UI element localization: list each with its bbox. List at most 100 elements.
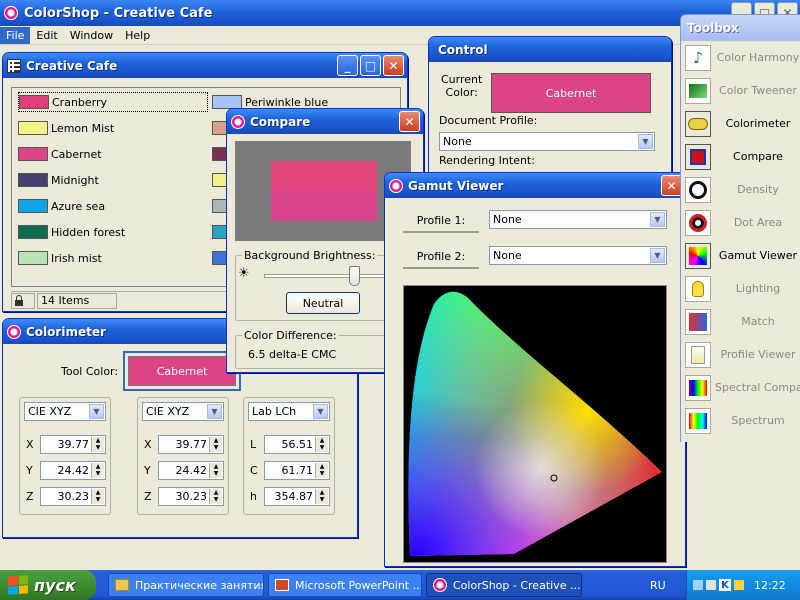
swatch-item[interactable]: Midnight [18, 170, 208, 190]
swatch-item[interactable]: Cranberry [18, 92, 208, 112]
document-profile-select[interactable]: None ▼ [439, 132, 655, 151]
spinner-arrows-icon[interactable]: ▲ ▼ [91, 488, 104, 504]
spinner-arrows-icon[interactable]: ▲ ▼ [315, 462, 328, 478]
channel-value-input[interactable]: 30.23 ▲ ▼ [158, 486, 224, 506]
swatch-chip [212, 95, 242, 109]
channel-value-input[interactable]: 61.71 ▲ ▼ [264, 460, 330, 480]
compare-color-a [271, 161, 377, 191]
swatch-item[interactable]: Lemon Mist [18, 118, 208, 138]
creative-cafe-title-bar[interactable]: Creative Cafe _ □ ✕ [3, 53, 407, 78]
spinner-arrows-icon[interactable]: ▲ ▼ [91, 436, 104, 452]
spinner-arrows-icon[interactable]: ▲ ▼ [315, 488, 328, 504]
chromaticity-diagram[interactable] [403, 285, 667, 563]
channel-value-input[interactable]: 30.23 ▲ ▼ [40, 486, 106, 506]
value-row: Z 30.23 ▲ ▼ [20, 486, 112, 506]
menu-file[interactable]: File [0, 26, 31, 44]
tool-gamut-viewer[interactable]: Gamut Viewer [685, 239, 800, 272]
start-button[interactable]: пуск [0, 570, 96, 600]
swatch-chip [18, 121, 48, 135]
current-color-label: Current Color: [441, 73, 483, 99]
gamut-viewer-title-bar[interactable]: Gamut Viewer ✕ [385, 173, 685, 198]
item-count: 14 Items [37, 292, 117, 309]
color-space-select[interactable]: Lab LCh ▼ [248, 402, 330, 421]
chevron-down-icon[interactable]: ▼ [207, 404, 222, 419]
value-row: Y 24.42 ▲ ▼ [20, 460, 112, 480]
tool-dot-area[interactable]: Dot Area [685, 206, 800, 239]
tool-density[interactable]: Density [685, 173, 800, 206]
profile-1-select[interactable]: None ▼ [489, 210, 667, 229]
color-space-select[interactable]: CIE XYZ ▼ [24, 402, 106, 421]
swatch-item[interactable]: Azure sea [18, 196, 208, 216]
tool-color-harmony[interactable]: ♪ Color Harmony [685, 41, 800, 74]
network-icon[interactable] [693, 580, 703, 590]
neutral-button[interactable]: Neutral [286, 292, 360, 314]
tool-color-tweener[interactable]: Color Tweener [685, 74, 800, 107]
tool-spectrum[interactable]: Spectrum [685, 404, 800, 437]
chevron-down-icon[interactable]: ▼ [650, 248, 665, 263]
swatch-name: Azure sea [51, 199, 106, 213]
volume-icon[interactable] [734, 580, 744, 590]
swatch-item[interactable]: Irish mist [18, 248, 208, 268]
chevron-down-icon[interactable]: ▼ [313, 404, 328, 419]
channel-value-input[interactable]: 39.77 ▲ ▼ [158, 434, 224, 454]
channel-value-input[interactable]: 24.42 ▲ ▼ [40, 460, 106, 480]
profile-2-select[interactable]: None ▼ [489, 246, 667, 265]
task-folder[interactable]: Практические занятия [108, 573, 264, 597]
swatch-item[interactable]: Cabernet [18, 144, 208, 164]
spinner-arrows-icon[interactable]: ▲ ▼ [209, 462, 222, 478]
task-powerpoint[interactable]: Microsoft PowerPoint ... [268, 573, 422, 597]
task-colorshop[interactable]: ColorShop - Creative ... [426, 573, 582, 597]
tool-profile-viewer[interactable]: Profile Viewer [685, 338, 800, 371]
gamut-close-button[interactable]: ✕ [661, 175, 682, 196]
chevron-down-icon[interactable]: ▼ [89, 404, 104, 419]
value-row: X 39.77 ▲ ▼ [138, 434, 230, 454]
profile-2-label: Profile 2: [403, 245, 479, 269]
gradient-icon [685, 77, 711, 104]
swatch-item[interactable]: Hidden forest [18, 222, 208, 242]
color-space-select[interactable]: CIE XYZ ▼ [142, 402, 224, 421]
spinner-arrows-icon[interactable]: ▲ ▼ [209, 488, 222, 504]
tool-compare[interactable]: Compare [685, 140, 800, 173]
spinner-arrows-icon[interactable]: ▲ ▼ [315, 436, 328, 452]
cafe-maximize-button[interactable]: □ [360, 55, 381, 76]
keyboard-icon[interactable]: K [719, 579, 731, 591]
tool-color-swatch[interactable]: Cabernet [123, 351, 241, 391]
spinner-arrows-icon[interactable]: ▲ ▼ [91, 462, 104, 478]
system-tray: K 12:22 [686, 570, 800, 600]
printer-icon[interactable] [706, 580, 716, 590]
channel-value-input[interactable]: 56.51 ▲ ▼ [264, 434, 330, 454]
swatch-chip [18, 173, 48, 187]
cafe-close-button[interactable]: ✕ [383, 55, 404, 76]
control-title-bar[interactable]: Control [429, 37, 671, 62]
swatch-name: Cabernet [51, 147, 102, 161]
tool-lighting[interactable]: Lighting [685, 272, 800, 305]
value-row: Z 30.23 ▲ ▼ [138, 486, 230, 506]
chevron-down-icon[interactable]: ▼ [650, 212, 665, 227]
colorshop-app-icon [4, 6, 18, 20]
swatch-name: Irish mist [51, 251, 102, 265]
compare-close-button[interactable]: ✕ [399, 111, 420, 132]
tool-label: Density [737, 183, 779, 196]
current-color-swatch[interactable]: Cabernet [491, 73, 651, 113]
menu-help[interactable]: Help [119, 27, 156, 44]
menu-window[interactable]: Window [64, 27, 119, 44]
channel-value-input[interactable]: 354.87 ▲ ▼ [264, 486, 330, 506]
colorshop-icon [433, 578, 447, 592]
bulb-icon [685, 275, 711, 302]
value-row: C 61.71 ▲ ▼ [244, 460, 336, 480]
language-indicator[interactable]: RU [650, 579, 666, 592]
tool-colorimeter[interactable]: Colorimeter [685, 107, 800, 140]
spinner-arrows-icon[interactable]: ▲ ▼ [209, 436, 222, 452]
cafe-minimize-button[interactable]: _ [337, 55, 358, 76]
compare-title-bar[interactable]: Compare ✕ [227, 109, 423, 134]
tool-match[interactable]: Match [685, 305, 800, 338]
menu-edit[interactable]: Edit [30, 27, 63, 44]
brightness-slider-thumb[interactable] [349, 266, 360, 286]
channel-value-input[interactable]: 24.42 ▲ ▼ [158, 460, 224, 480]
profile-icon [685, 341, 711, 368]
tool-spectral-compare[interactable]: Spectral Compare [685, 371, 800, 404]
channel-value-input[interactable]: 39.77 ▲ ▼ [40, 434, 106, 454]
music-note-icon: ♪ [685, 44, 711, 71]
chevron-down-icon[interactable]: ▼ [638, 134, 653, 149]
tool-label: Profile Viewer [720, 348, 796, 361]
